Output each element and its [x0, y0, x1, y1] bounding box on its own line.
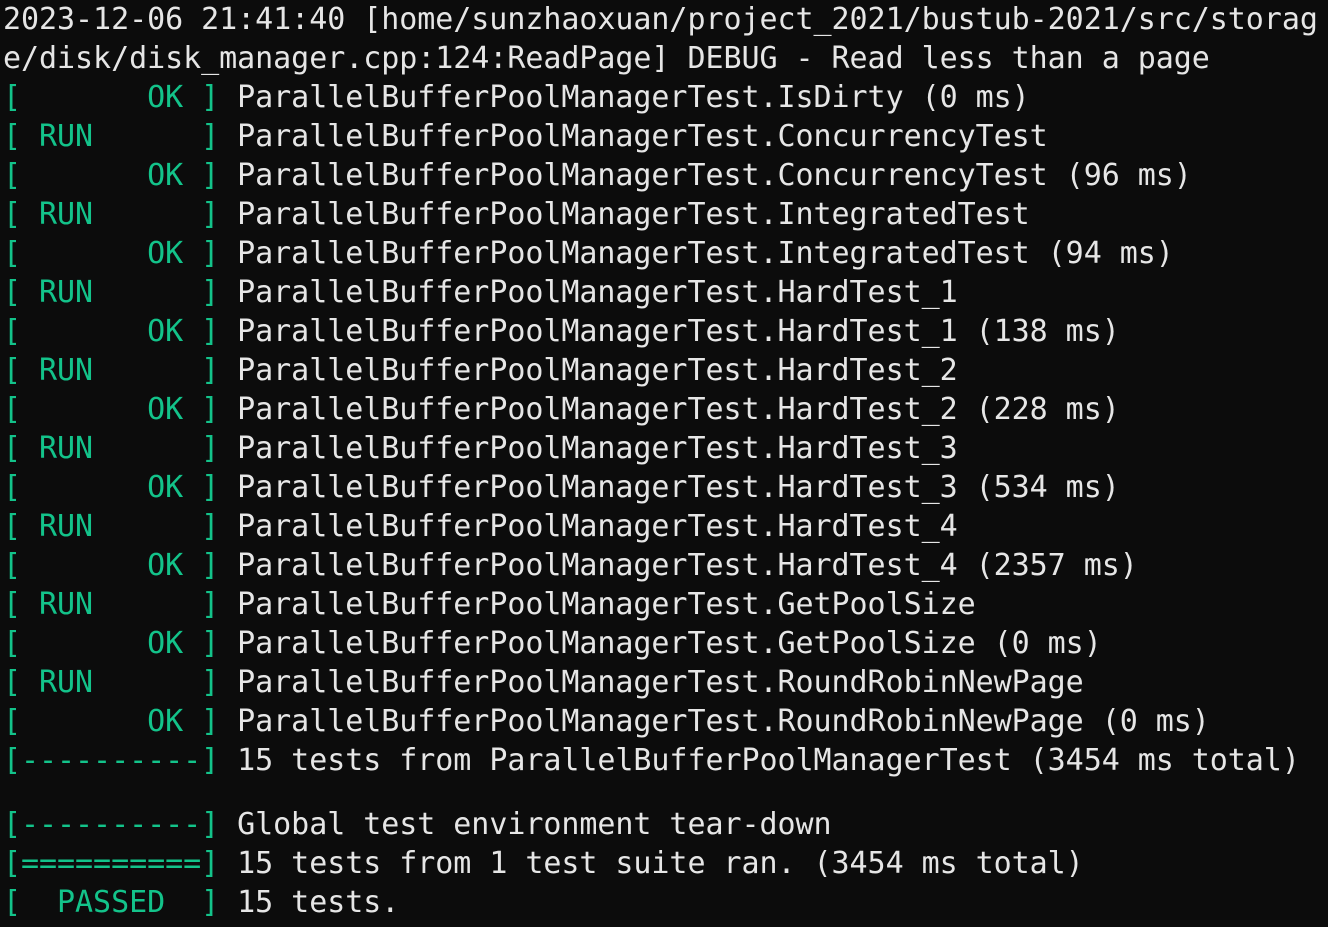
test-message: ParallelBufferPoolManagerTest.HardTest_3 [219, 431, 958, 466]
test-result-line: [ OK ] ParallelBufferPoolManagerTest.Har… [3, 546, 1328, 585]
test-result-line: [ OK ] ParallelBufferPoolManagerTest.IsD… [3, 78, 1328, 117]
test-message: ParallelBufferPoolManagerTest.Concurrenc… [219, 158, 1192, 193]
test-message: ParallelBufferPoolManagerTest.HardTest_4… [219, 548, 1138, 583]
test-message: ParallelBufferPoolManagerTest.GetPoolSiz… [219, 626, 1102, 661]
test-message: ParallelBufferPoolManagerTest.HardTest_3… [219, 470, 1120, 505]
status-tag: [ OK ] [3, 158, 220, 193]
test-result-line: [ OK ] ParallelBufferPoolManagerTest.Har… [3, 312, 1328, 351]
status-tag: [ OK ] [3, 236, 220, 271]
status-tag: [ RUN ] [3, 509, 220, 544]
status-tag: [ OK ] [3, 626, 220, 661]
status-tag: [ OK ] [3, 548, 220, 583]
test-result-line: [ RUN ] ParallelBufferPoolManagerTest.Ha… [3, 273, 1328, 312]
test-message: ParallelBufferPoolManagerTest.HardTest_1… [219, 314, 1120, 349]
status-tag: [ RUN ] [3, 665, 220, 700]
status-tag: [ OK ] [3, 392, 220, 427]
status-tag: [ RUN ] [3, 275, 220, 310]
test-result-line: [ RUN ] ParallelBufferPoolManagerTest.Ha… [3, 507, 1328, 546]
test-message: ParallelBufferPoolManagerTest.GetPoolSiz… [219, 587, 976, 622]
debug-log-line: 2023-12-06 21:41:40 [home/sunzhaoxuan/pr… [3, 0, 1328, 39]
status-tag: [ RUN ] [3, 431, 220, 466]
test-result-line: [ RUN ] ParallelBufferPoolManagerTest.Ha… [3, 429, 1328, 468]
test-result-line: [ OK ] ParallelBufferPoolManagerTest.Har… [3, 468, 1328, 507]
test-message: 15 tests from ParallelBufferPoolManagerT… [219, 743, 1300, 778]
test-result-line: [ OK ] ParallelBufferPoolManagerTest.Con… [3, 156, 1328, 195]
test-result-line: [ OK ] ParallelBufferPoolManagerTest.Har… [3, 390, 1328, 429]
status-tag: [ RUN ] [3, 587, 220, 622]
status-tag: [ RUN ] [3, 353, 220, 388]
teardown-line: [----------] Global test environment tea… [3, 805, 1328, 844]
test-result-line: [ RUN ] ParallelBufferPoolManagerTest.Co… [3, 117, 1328, 156]
test-message: ParallelBufferPoolManagerTest.RoundRobin… [219, 665, 1084, 700]
test-suite-summary-line: [----------] 15 tests from ParallelBuffe… [3, 741, 1328, 780]
test-message: ParallelBufferPoolManagerTest.HardTest_2 [219, 353, 958, 388]
test-result-line: [ RUN ] ParallelBufferPoolManagerTest.In… [3, 195, 1328, 234]
log-text: 2023-12-06 21:41:40 [home/sunzhaoxuan/pr… [3, 2, 1318, 37]
status-tag: [ OK ] [3, 470, 220, 505]
status-tag: [ RUN ] [3, 119, 220, 154]
test-message: ParallelBufferPoolManagerTest.Integrated… [219, 197, 1030, 232]
test-result-line: [ OK ] ParallelBufferPoolManagerTest.Int… [3, 234, 1328, 273]
status-tag: [----------] [3, 807, 220, 842]
log-text: e/disk/disk_manager.cpp:124:ReadPage] DE… [3, 41, 1210, 76]
debug-log-line: e/disk/disk_manager.cpp:124:ReadPage] DE… [3, 39, 1328, 78]
test-message: ParallelBufferPoolManagerTest.Integrated… [219, 236, 1174, 271]
test-result-line: [ RUN ] ParallelBufferPoolManagerTest.Ro… [3, 663, 1328, 702]
terminal-output[interactable]: 2023-12-06 21:41:40 [home/sunzhaoxuan/pr… [0, 0, 1328, 927]
test-message: Global test environment tear-down [219, 807, 832, 842]
status-tag: [ OK ] [3, 80, 220, 115]
test-result-line: [ OK ] ParallelBufferPoolManagerTest.Rou… [3, 702, 1328, 741]
test-message: ParallelBufferPoolManagerTest.IsDirty (0… [219, 80, 1030, 115]
test-message: ParallelBufferPoolManagerTest.RoundRobin… [219, 704, 1210, 739]
test-result-line: [ RUN ] ParallelBufferPoolManagerTest.Ge… [3, 585, 1328, 624]
test-message: ParallelBufferPoolManagerTest.HardTest_2… [219, 392, 1120, 427]
test-result-line: [ OK ] ParallelBufferPoolManagerTest.Get… [3, 624, 1328, 663]
status-tag: [ OK ] [3, 704, 220, 739]
test-result-line: [ RUN ] ParallelBufferPoolManagerTest.Ha… [3, 351, 1328, 390]
status-tag: [==========] [3, 846, 220, 881]
test-message: 15 tests. [219, 885, 400, 920]
test-message: ParallelBufferPoolManagerTest.Concurrenc… [219, 119, 1048, 154]
status-tag: [----------] [3, 743, 220, 778]
test-message: ParallelBufferPoolManagerTest.HardTest_1 [219, 275, 958, 310]
status-tag: [ RUN ] [3, 197, 220, 232]
test-message: 15 tests from 1 test suite ran. (3454 ms… [219, 846, 1084, 881]
status-tag: [ OK ] [3, 314, 220, 349]
total-summary-line: [==========] 15 tests from 1 test suite … [3, 844, 1328, 883]
passed-summary-line: [ PASSED ] 15 tests. [3, 883, 1328, 922]
status-tag: [ PASSED ] [3, 885, 220, 920]
test-message: ParallelBufferPoolManagerTest.HardTest_4 [219, 509, 958, 544]
